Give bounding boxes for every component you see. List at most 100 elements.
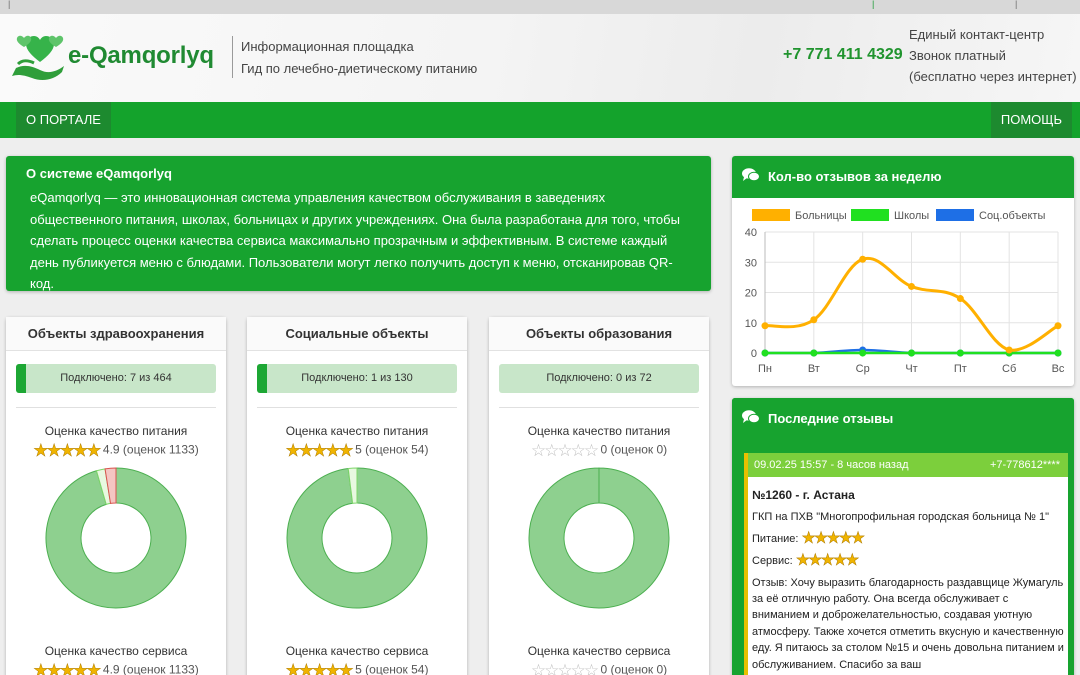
chart-legend-swatch [936,209,974,221]
food-rating-row: ★★★★★ 4.9 (оценок 1133) [6,441,226,460]
star-icon: ★ [813,529,829,548]
site-header: e-Qamqorlyq Информационная площадка Гид … [0,14,1080,102]
chart-data-point [956,349,964,357]
latest-reviews-panel: Последние отзывы 09.02.25 15:57 - 8 часо… [732,398,1074,675]
review-food-stars: ★★★★★ [801,529,866,548]
star-icon: ☆ [583,441,599,460]
food-rating-score: 5 [355,442,362,457]
chart-y-tick-label: 20 [745,288,757,300]
weekly-reviews-header: Кол-во отзывов за неделю [732,156,1074,198]
connected-progress-bar: Подключено: 0 из 72 [499,364,699,393]
weekly-reviews-title: Кол-во отзывов за неделю [768,169,942,184]
chat-bubble-icon [742,399,760,441]
star-icon: ★ [73,661,89,675]
connected-progress-fill [16,364,26,393]
service-rating-stars: ☆☆☆☆☆ [530,661,599,675]
star-icon: ☆ [530,661,546,675]
service-rating-stars: ★★★★★ [285,661,354,675]
star-icon: ★ [59,441,76,460]
review-number: №1260 - г. Астана [752,488,855,502]
star-icon: ★ [826,529,841,548]
star-icon: ★ [46,661,62,675]
review-service-stars: ★★★★★ [796,552,860,570]
logo-text: e-Qamqorlyq [68,42,214,69]
contact-line: Единый контакт-центр [909,27,1045,42]
object-category-card: Объекты здравоохранения Подключено: 7 из … [6,317,226,675]
star-icon: ★ [86,441,102,460]
chart-data-point [859,349,867,357]
star-icon: ★ [832,552,848,570]
star-icon: ☆ [570,661,586,675]
contact-line: Звонок платный [909,48,1006,63]
food-rating-label: Оценка качество питания [285,424,429,438]
food-rating-row: ☆☆☆☆☆ 0 (оценок 0) [489,442,709,459]
chart-x-tick-label: Ср [856,363,870,375]
review-food-label: Питание: [752,532,799,545]
star-icon: ★ [338,661,354,675]
chart-legend-label: Школы [894,210,929,222]
star-icon: ☆ [583,661,599,675]
chart-x-tick-label: Вс [1052,363,1065,375]
star-icon: ★ [845,552,860,570]
contact-phone-link[interactable]: +7 771 411 4329 [783,46,903,64]
review-food-rating: Питание: ★★★★★ [752,530,1064,548]
star-icon: ★ [33,661,49,675]
weekly-reviews-panel: Кол-во отзывов за неделю 0 10 20 30 40 Пн Вт Ср… [732,156,1074,386]
food-rating-label: Оценка качество питания [527,424,671,438]
star-icon: ★ [59,661,76,675]
divider [499,407,699,408]
chart-legend-label: Соц.объекты [979,210,1045,222]
chart-y-tick-label: 10 [745,318,757,330]
star-icon: ☆ [570,441,586,460]
chart-x-tick-label: Пт [954,363,967,375]
service-rating-row: ★★★★★ 5 (оценок 54) [247,662,467,675]
star-icon: ★ [801,529,816,548]
star-icon: ★ [808,552,823,570]
star-icon: ☆ [544,441,559,460]
food-rating-count: (оценок 0) [610,442,668,457]
object-category-title: Объекты здравоохранения [6,317,226,351]
star-icon: ★ [850,529,866,548]
chart-data-point [1054,349,1062,357]
logo[interactable]: e-Qamqorlyq [10,28,232,84]
chart-x-tick-label: Пн [758,363,772,375]
review-service-rating: Сервис: ★★★★★ [752,552,1064,570]
star-icon: ★ [285,441,301,460]
star-icon: ★ [298,661,315,675]
service-rating-label: Оценка качество сервиса [285,644,429,658]
object-category-title: Объекты образования [489,317,709,351]
service-rating-label: Оценка качество сервиса [44,644,188,658]
review-card[interactable]: 09.02.25 15:57 - 8 часов назад +7-778612… [744,453,1068,675]
connected-progress-fill [257,364,267,393]
chart-x-tick-label: Чт [905,363,917,375]
review-text: Отзыв: Хочу выразить благодарность разда… [752,576,1064,671]
connected-progress-bar: Подключено: 1 из 130 [257,364,457,393]
chart-y-tick-label: 40 [745,227,757,239]
nav-about-button[interactable]: О ПОРТАЛЕ [16,102,111,138]
review-body: №1260 - г. Астана ГКП на ПХВ "Многопрофи… [748,477,1068,673]
chart-data-point [761,322,769,330]
chart-data-point [810,316,818,324]
star-icon: ★ [298,441,315,460]
review-phone: +7-778612**** [989,459,1060,471]
chart-legend-label: Больницы [795,210,847,222]
food-rating-score: 4.9 [102,442,120,457]
weekly-chart-svg: 0 10 20 30 40 Пн Вт Ср Чт Пт Сб Вс Больницы Школы Соц.… [745,209,1065,375]
chart-x-tick-label: Вт [808,363,820,375]
top-strip-mark: | [8,0,11,9]
tagline-line: Информационная площадка [241,39,414,54]
star-icon: ☆ [530,441,546,460]
review-service-label: Сервис: [752,555,793,568]
service-rating-label: Оценка качество сервиса [527,644,671,658]
chart-data-point [859,255,867,263]
star-icon: ★ [325,661,341,675]
weekly-line-chart: 0 10 20 30 40 Пн Вт Ср Чт Пт Сб Вс Больницы Школы Соц.… [732,198,1074,386]
chart-legend-swatch [851,209,889,221]
chart-y-tick-label: 0 [751,348,757,360]
nav-help-button[interactable]: ПОМОЩЬ [990,102,1072,138]
service-rating-row: ☆☆☆☆☆ 0 (оценок 0) [489,662,709,675]
review-org: ГКП на ПХВ "Многопрофильная городская бо… [752,511,1049,524]
food-rating-donut [45,467,187,609]
service-rating-stars: ★★★★★ [33,661,102,675]
latest-reviews-header: Последние отзывы [732,398,1074,440]
